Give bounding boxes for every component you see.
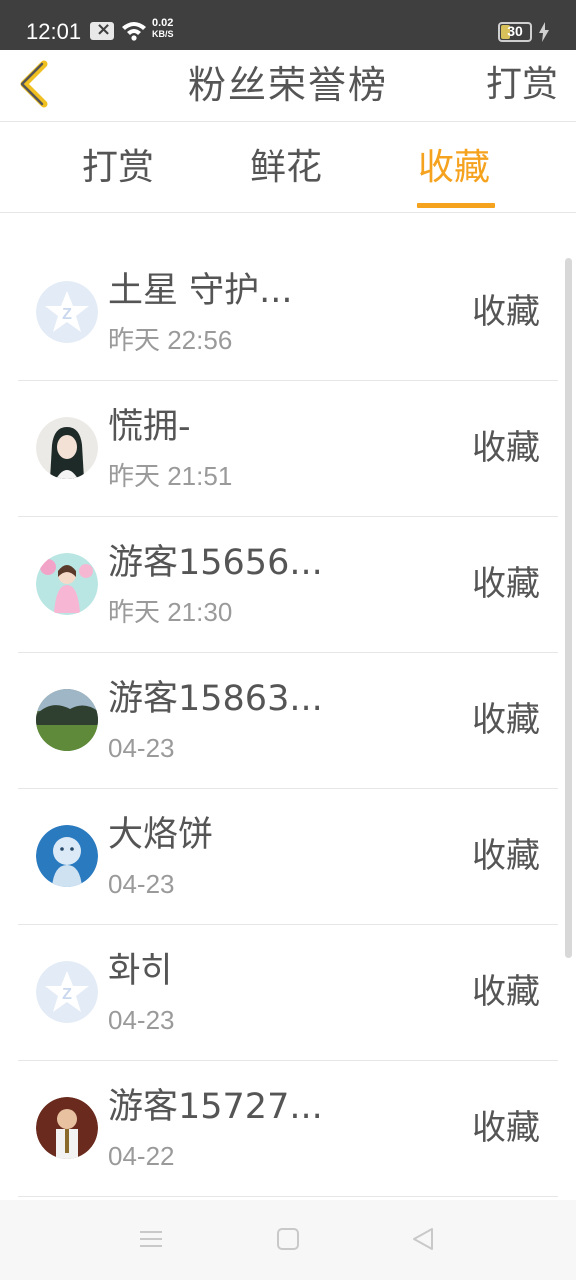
user-photo-icon — [36, 1097, 98, 1159]
avatar — [36, 417, 98, 479]
list-item[interactable]: 慌拥- 昨天 21:51 收藏 — [18, 381, 558, 517]
user-name: 游客15863... — [108, 679, 323, 719]
user-name: 화히 — [108, 951, 173, 991]
app-header: 粉丝荣誉榜 打赏 — [0, 50, 576, 122]
timestamp: 昨天 21:30 — [108, 597, 233, 627]
tab-flowers[interactable]: 鲜花 — [250, 143, 322, 193]
user-name: 游客15656... — [108, 543, 323, 583]
timestamp: 04-23 — [108, 1005, 175, 1035]
menu-icon[interactable] — [136, 1224, 166, 1254]
timestamp: 04-22 — [108, 1141, 175, 1171]
default-avatar-icon: Z — [36, 961, 98, 1023]
row-action-label: 收藏 — [472, 700, 540, 740]
default-avatar-icon: Z — [36, 281, 98, 343]
status-bar: 12:01 0.02 KB/S 30 — [0, 0, 576, 50]
row-action-label: 收藏 — [472, 836, 540, 876]
reward-button[interactable]: 打赏 — [486, 60, 558, 110]
network-speed: 0.02 KB/S — [152, 18, 174, 40]
timestamp: 昨天 22:56 — [108, 325, 233, 355]
charging-icon — [539, 22, 549, 42]
wifi-icon — [122, 22, 146, 41]
battery-level: 30 — [507, 23, 523, 39]
timestamp: 04-23 — [108, 733, 175, 763]
active-tab-indicator — [417, 203, 495, 208]
user-name: 大烙饼 — [108, 815, 214, 855]
back-arrow-icon[interactable] — [14, 58, 58, 110]
battery-icon: 30 — [498, 22, 532, 42]
network-speed-value: 0.02 — [152, 17, 174, 29]
row-action-label: 收藏 — [472, 564, 540, 604]
user-photo-icon — [36, 417, 98, 479]
avatar: Z — [36, 961, 98, 1023]
status-time: 12:01 — [26, 19, 82, 44]
notification-icon — [90, 19, 114, 40]
tab-reward[interactable]: 打赏 — [82, 143, 154, 193]
tab-favorites[interactable]: 收藏 — [418, 143, 490, 193]
favorites-list: Z 土星 守护... 昨天 22:56 收藏 慌拥- 昨天 21:51 收藏 游… — [18, 245, 558, 1197]
page-title: 粉丝荣誉榜 — [187, 63, 388, 107]
timestamp: 昨天 21:51 — [108, 461, 233, 491]
network-speed-unit: KB/S — [152, 29, 174, 39]
list-item[interactable]: 游客15727... 04-22 收藏 — [18, 1061, 558, 1197]
scrollbar[interactable] — [565, 258, 572, 958]
avatar — [36, 553, 98, 615]
user-name: 慌拥- — [108, 407, 191, 447]
avatar — [36, 689, 98, 751]
user-photo-icon — [36, 553, 98, 615]
row-action-label: 收藏 — [472, 292, 540, 332]
system-nav-bar — [0, 1200, 576, 1280]
avatar — [36, 1097, 98, 1159]
row-action-label: 收藏 — [472, 428, 540, 468]
user-photo-icon — [36, 825, 98, 887]
row-action-label: 收藏 — [472, 1108, 540, 1148]
home-icon[interactable] — [273, 1224, 303, 1254]
list-item[interactable]: 大烙饼 04-23 收藏 — [18, 789, 558, 925]
list-item[interactable]: Z 화히 04-23 收藏 — [18, 925, 558, 1061]
avatar: Z — [36, 281, 98, 343]
avatar — [36, 825, 98, 887]
svg-text:Z: Z — [62, 986, 72, 1003]
user-name: 土星 守护... — [108, 271, 293, 311]
row-action-label: 收藏 — [472, 972, 540, 1012]
list-item[interactable]: 游客15863... 04-23 收藏 — [18, 653, 558, 789]
list-item[interactable]: Z 土星 守护... 昨天 22:56 收藏 — [18, 245, 558, 381]
user-photo-icon — [36, 689, 98, 751]
svg-text:Z: Z — [62, 306, 72, 323]
timestamp: 04-23 — [108, 869, 175, 899]
list-item[interactable]: 游客15656... 昨天 21:30 收藏 — [18, 517, 558, 653]
user-name: 游客15727... — [108, 1087, 323, 1127]
back-icon[interactable] — [408, 1224, 438, 1254]
tab-bar: 打赏 鲜花 收藏 — [0, 123, 576, 213]
